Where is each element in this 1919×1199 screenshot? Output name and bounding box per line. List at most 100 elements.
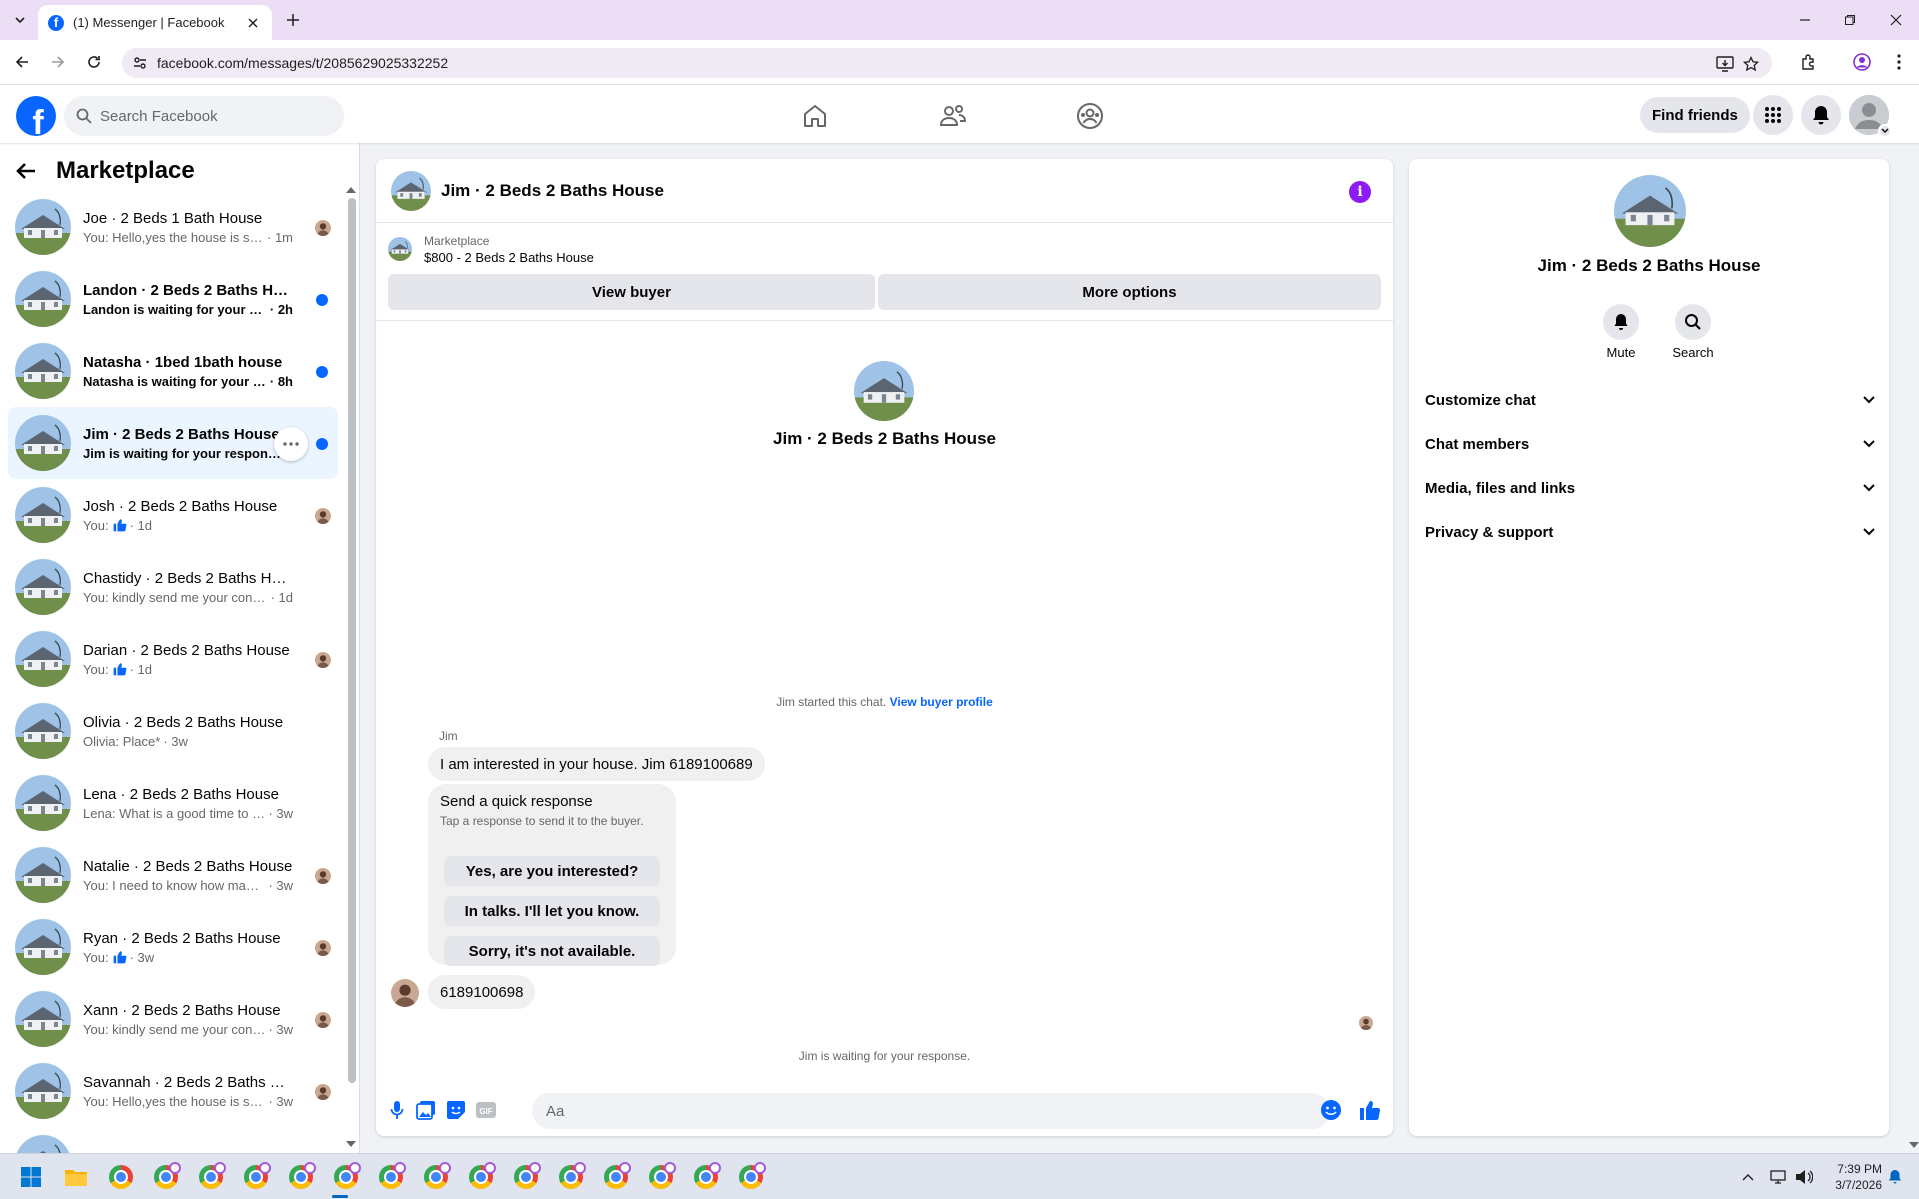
forward-arrow-icon[interactable] (45, 49, 71, 75)
gif-icon[interactable]: GIF (474, 1098, 498, 1122)
chrome-taskbar-icon[interactable] (511, 1162, 541, 1192)
customize-chat-section[interactable]: Customize chat (1425, 382, 1875, 418)
conversation-item[interactable]: Natalie · 2 Beds 2 Baths House You: I nee… (8, 839, 338, 911)
conversation-item[interactable]: Jim · 2 Beds 2 Baths House Jim is waiting… (8, 407, 338, 479)
back-arrow-icon[interactable] (9, 49, 35, 75)
sender-avatar[interactable] (391, 979, 419, 1007)
conversation-avatar (15, 487, 71, 543)
message-input-box[interactable] (532, 1093, 1330, 1129)
page-scroll-down-arrow-icon[interactable] (1909, 1142, 1919, 1148)
conversation-item[interactable]: Darian · 2 Beds 2 Baths House You: · 1d (8, 623, 338, 695)
chrome-taskbar-icon[interactable] (376, 1162, 406, 1192)
home-icon[interactable] (797, 98, 833, 134)
quick-reply-button[interactable]: Yes, are you interested? (444, 856, 660, 886)
bell-icon[interactable] (1603, 304, 1639, 340)
conversation-item[interactable]: Joe · 2 Beds 1 Bath House You: Hello,yes … (8, 191, 338, 263)
browser-tab-messenger[interactable]: f (1) Messenger | Facebook (38, 5, 272, 40)
conversation-item[interactable]: Darin · 2 Beds 2 Baths House (8, 1127, 338, 1153)
conversation-item[interactable]: Olivia · 2 Beds 2 Baths House Olivia: Pla… (8, 695, 338, 767)
notification-center-bell-icon[interactable] (1880, 1162, 1910, 1192)
conversation-more-options-icon[interactable] (274, 427, 308, 461)
conversation-info-icon[interactable]: i (1349, 181, 1371, 203)
browser-menu-kebab-icon[interactable] (1887, 50, 1911, 74)
chrome-taskbar-icon[interactable] (736, 1162, 766, 1192)
chat-header-avatar[interactable] (391, 170, 431, 211)
like-thumbs-up-icon[interactable] (1358, 1098, 1382, 1122)
message-input[interactable] (546, 1102, 1286, 1120)
restore-window-icon[interactable] (1838, 8, 1862, 32)
chrome-taskbar-icon[interactable] (601, 1162, 631, 1192)
conversation-item[interactable]: Savannah · 2 Beds 2 Baths Ho... You: Hell… (8, 1055, 338, 1127)
view-buyer-button[interactable]: View buyer (388, 274, 875, 310)
file-explorer-icon[interactable] (61, 1162, 91, 1192)
chrome-taskbar-icon[interactable] (241, 1162, 271, 1192)
tab-search-chevron-icon[interactable] (8, 8, 32, 32)
conversation-item[interactable]: Xann · 2 Beds 2 Baths House You: kindly s… (8, 983, 338, 1055)
site-info-tune-icon[interactable] (132, 55, 148, 71)
groups-icon[interactable] (1072, 98, 1108, 134)
chrome-taskbar-icon[interactable] (421, 1162, 451, 1192)
facebook-search-input[interactable] (100, 107, 320, 125)
chrome-taskbar-icon[interactable] (196, 1162, 226, 1192)
conversation-list-scrollbar[interactable] (348, 198, 356, 1083)
close-window-icon[interactable] (1884, 8, 1908, 32)
conversation-item[interactable]: Natasha · 1bed 1bath house Natasha is wai… (8, 335, 338, 407)
conversation-item[interactable]: Chastidy · 2 Beds 2 Baths House You: kind… (8, 551, 338, 623)
new-tab-plus-icon[interactable] (282, 9, 304, 31)
volume-icon[interactable] (1789, 1162, 1819, 1192)
reload-icon[interactable] (81, 49, 107, 75)
chrome-taskbar-icon[interactable] (151, 1162, 181, 1192)
friends-icon[interactable] (935, 98, 971, 134)
quick-reply-button[interactable]: Sorry, it's not available. (444, 936, 660, 966)
sticker-icon[interactable] (444, 1098, 468, 1122)
account-chevron-down-icon[interactable] (1878, 124, 1892, 138)
conversation-item[interactable]: Ryan · 2 Beds 2 Baths House You: · 3w (8, 911, 338, 983)
chat-members-section[interactable]: Chat members (1425, 426, 1875, 462)
close-tab-icon[interactable] (244, 14, 262, 32)
mute-button[interactable]: Mute (1591, 304, 1651, 360)
show-hidden-icons-chevron-icon[interactable] (1733, 1162, 1763, 1192)
install-app-icon[interactable] (1714, 53, 1736, 75)
conversation-preview: Olivia: Place* (83, 733, 161, 749)
listing-price-title[interactable]: $800 - 2 Beds 2 Baths House (424, 250, 594, 265)
quick-reply-button[interactable]: In talks. I'll let you know. (444, 896, 660, 926)
chat-header-name[interactable]: Jim · 2 Beds 2 Baths House (441, 181, 664, 201)
bookmark-star-icon[interactable] (1740, 53, 1762, 75)
emoji-icon[interactable] (1319, 1098, 1343, 1122)
conversation-item[interactable]: Lena · 2 Beds 2 Baths House Lena: What is… (8, 767, 338, 839)
windows-start-icon[interactable] (16, 1162, 46, 1192)
search-icon[interactable] (1675, 304, 1711, 340)
menu-grid-icon[interactable] (1753, 95, 1793, 135)
chrome-taskbar-icon[interactable] (286, 1162, 316, 1192)
minimize-window-icon[interactable] (1793, 8, 1817, 32)
chrome-taskbar-icon[interactable] (466, 1162, 496, 1192)
notifications-bell-icon[interactable] (1801, 95, 1841, 135)
like-thumbs-up-icon (109, 950, 127, 965)
taskbar-clock[interactable]: 7:39 PM 3/7/2026 (1820, 1161, 1882, 1193)
chrome-taskbar-icon[interactable] (691, 1162, 721, 1192)
privacy-support-section[interactable]: Privacy & support (1425, 514, 1875, 550)
chrome-taskbar-icon[interactable] (331, 1162, 361, 1192)
chrome-taskbar-icon[interactable] (556, 1162, 586, 1192)
waiting-notice: Jim is waiting for your response. (798, 1049, 971, 1063)
media-files-links-section[interactable]: Media, files and links (1425, 470, 1875, 506)
extensions-puzzle-icon[interactable] (1797, 50, 1821, 74)
photo-attach-icon[interactable] (414, 1098, 438, 1122)
scroll-down-arrow-icon[interactable] (346, 1141, 356, 1147)
conversation-item[interactable]: Landon · 2 Beds 2 Baths House Landon is w… (8, 263, 338, 335)
listing-thumbnail[interactable] (388, 237, 412, 261)
conversation-item[interactable]: Josh · 2 Beds 2 Baths House You: · 1d (8, 479, 338, 551)
back-arrow-icon[interactable] (16, 162, 36, 180)
view-buyer-profile-link[interactable]: View buyer profile (890, 695, 993, 709)
find-friends-button[interactable]: Find friends (1640, 97, 1750, 133)
profile-account-icon[interactable] (1850, 50, 1874, 74)
search-conversation-button[interactable]: Search (1663, 304, 1723, 360)
scroll-up-arrow-icon[interactable] (346, 187, 356, 193)
chrome-taskbar-icon[interactable] (646, 1162, 676, 1192)
url-bar[interactable]: facebook.com/messages/t/2085629025332252 (122, 48, 1772, 78)
chrome-taskbar-icon[interactable] (106, 1162, 136, 1192)
facebook-search-box[interactable] (64, 96, 344, 136)
microphone-icon[interactable] (385, 1098, 409, 1122)
more-options-button[interactable]: More options (878, 274, 1381, 310)
facebook-logo-icon[interactable]: f (16, 96, 56, 136)
